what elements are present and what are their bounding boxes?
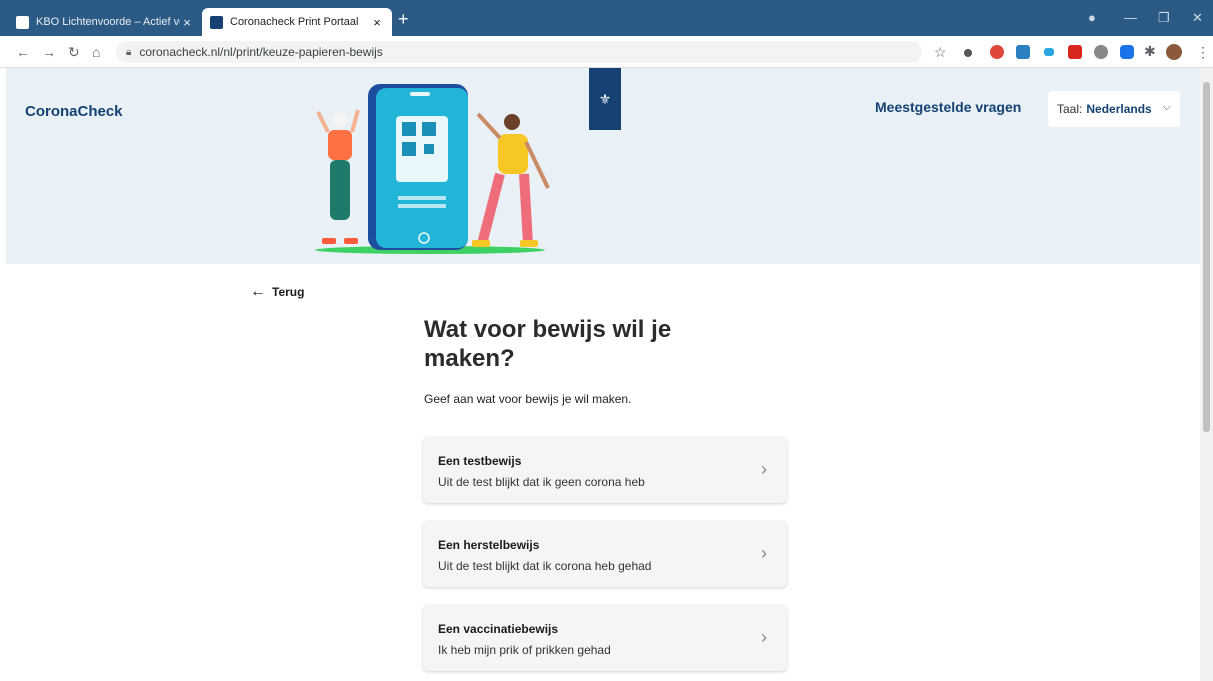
- menu-kebab-icon[interactable]: ⋮: [1196, 44, 1210, 61]
- back-arrow-icon[interactable]: ←: [16, 44, 30, 60]
- chevron-right-icon: ›: [761, 543, 767, 563]
- phone-qr-illustration: [315, 84, 550, 254]
- page-title: Wat voor bewijs wil je maken?: [424, 316, 672, 372]
- option-testbewijs[interactable]: Een testbewijs Uit de test blijkt dat ik…: [423, 437, 787, 503]
- option-title: Een testbewijs: [438, 454, 522, 468]
- faq-link[interactable]: Meestgestelde vragen: [875, 99, 1021, 115]
- language-label: Taal:: [1057, 102, 1083, 116]
- kbo-favicon-icon: [16, 15, 29, 29]
- address-toolbar: ← → ↻ ⌂ 🔒︎ coronacheck.nl/nl/print/keuze…: [0, 36, 1213, 68]
- close-tab-icon[interactable]: ×: [180, 15, 194, 30]
- calendar-extension-icon[interactable]: [1016, 45, 1030, 59]
- rijksoverheid-logo: ⚜: [589, 68, 621, 130]
- chat-extension-icon[interactable]: [1120, 45, 1134, 59]
- tab-kbo[interactable]: KBO Lichtenvoorde – Actief voor ×: [8, 8, 202, 36]
- home-icon[interactable]: ⌂: [92, 44, 100, 60]
- avatar[interactable]: [1166, 44, 1182, 60]
- extension-icon[interactable]: [964, 49, 972, 57]
- minimize-button[interactable]: —: [1124, 10, 1137, 25]
- option-title: Een herstelbewijs: [438, 538, 540, 552]
- arrow-left-icon: ←: [250, 283, 266, 300]
- brand-logo[interactable]: CoronaCheck: [25, 103, 123, 120]
- url-text: coronacheck.nl/nl/print/keuze-papieren-b…: [139, 45, 383, 59]
- url-field[interactable]: 🔒︎ coronacheck.nl/nl/print/keuze-papiere…: [116, 41, 922, 63]
- tab-coronacheck[interactable]: Coronacheck Print Portaal ×: [202, 8, 392, 36]
- language-select[interactable]: Taal: Nederlands ⌵: [1048, 91, 1180, 127]
- tab-title: Coronacheck Print Portaal: [230, 16, 359, 28]
- language-value: Nederlands: [1086, 102, 1152, 116]
- lock-icon: 🔒︎: [126, 46, 132, 58]
- page-intro: Geef aan wat voor bewijs je wil maken.: [424, 392, 632, 406]
- cloud-icon[interactable]: [1044, 48, 1054, 56]
- restore-button[interactable]: ❐: [1158, 10, 1170, 26]
- option-vaccinatiebewijs[interactable]: Een vaccinatiebewijs Ik heb mijn prik of…: [423, 605, 787, 671]
- bookmark-star-icon[interactable]: ☆: [934, 44, 947, 61]
- settings-extension-icon[interactable]: [1094, 45, 1108, 59]
- pdf-icon[interactable]: [1068, 45, 1082, 59]
- chevron-right-icon: ›: [761, 459, 767, 479]
- adblock-icon[interactable]: [990, 45, 1004, 59]
- back-link[interactable]: ← Terug: [250, 283, 304, 301]
- page-scrollbar[interactable]: [1200, 68, 1213, 681]
- new-tab-button[interactable]: +: [398, 10, 409, 28]
- window-close-button[interactable]: ✕: [1192, 10, 1203, 26]
- rijksoverheid-favicon-icon: [210, 15, 223, 29]
- forward-arrow-icon[interactable]: →: [42, 44, 56, 60]
- reload-icon[interactable]: ↻: [68, 44, 80, 61]
- option-subtitle: Uit de test blijkt dat ik geen corona he…: [438, 475, 645, 489]
- close-tab-icon[interactable]: ×: [370, 15, 384, 30]
- option-herstelbewijs[interactable]: Een herstelbewijs Uit de test blijkt dat…: [423, 521, 787, 587]
- chevron-right-icon: ›: [761, 627, 767, 647]
- option-title: Een vaccinatiebewijs: [438, 622, 559, 636]
- option-subtitle: Ik heb mijn prik of prikken gehad: [438, 643, 611, 657]
- option-subtitle: Uit de test blijkt dat ik corona heb geh…: [438, 559, 652, 573]
- browser-tab-bar: KBO Lichtenvoorde – Actief voor × Corona…: [0, 0, 1213, 36]
- scrollbar-thumb[interactable]: [1203, 82, 1210, 432]
- puzzle-icon[interactable]: ✱: [1144, 43, 1156, 60]
- back-label: Terug: [272, 285, 305, 299]
- profile-icon[interactable]: ●: [1088, 10, 1096, 25]
- tab-title: KBO Lichtenvoorde – Actief voor: [36, 16, 180, 28]
- chevron-down-icon: ⌵: [1162, 101, 1171, 113]
